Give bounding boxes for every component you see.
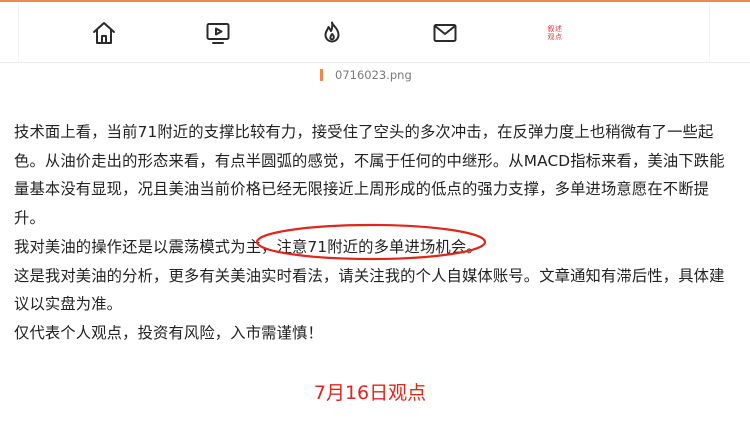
nav-container: 叙述 观点 [18, 2, 710, 62]
nav-mail-button[interactable] [428, 16, 462, 50]
video-play-icon [205, 20, 231, 46]
home-icon [91, 20, 117, 46]
nav-home-button[interactable] [87, 16, 121, 50]
site-logo: 叙述 观点 [548, 25, 563, 41]
logo-text-line1: 叙述 [547, 25, 563, 33]
section-heading: 7月16日观点 [313, 382, 427, 404]
article-body: 技术面上看，当前71附近的支撑比较有力，接受住了空头的多次冲击，在反弹力度上也稍… [14, 118, 736, 348]
caption-accent-bar [320, 69, 323, 81]
nav-video-button[interactable] [201, 16, 235, 50]
image-caption: 0716023.png [320, 67, 412, 83]
image-filename: 0716023.png [335, 68, 412, 82]
flame-icon [319, 20, 345, 46]
nav-hot-button[interactable] [315, 16, 349, 50]
logo-text-line2: 观点 [547, 33, 563, 41]
article-paragraph-disclaimer: 仅代表个人观点，投资有风险，入市需谨慎！ [14, 323, 323, 342]
article-paragraph-strategy: 我对美油的操作还是以震荡模式为主，注意71附近的多单进场机会。 [14, 237, 482, 256]
article-paragraph-technical: 技术面上看，当前71附近的支撑比较有力，接受住了空头的多次冲击，在反弹力度上也稍… [14, 123, 725, 228]
article-paragraph-follow: 这是我对美油的分析，更多有关美油实时看法，请关注我的个人自媒体账号。文章通知有滞… [14, 266, 725, 314]
top-navigation: 叙述 观点 [0, 2, 750, 63]
nav-logo-button[interactable]: 叙述 观点 [540, 16, 570, 50]
mail-icon [432, 20, 458, 46]
